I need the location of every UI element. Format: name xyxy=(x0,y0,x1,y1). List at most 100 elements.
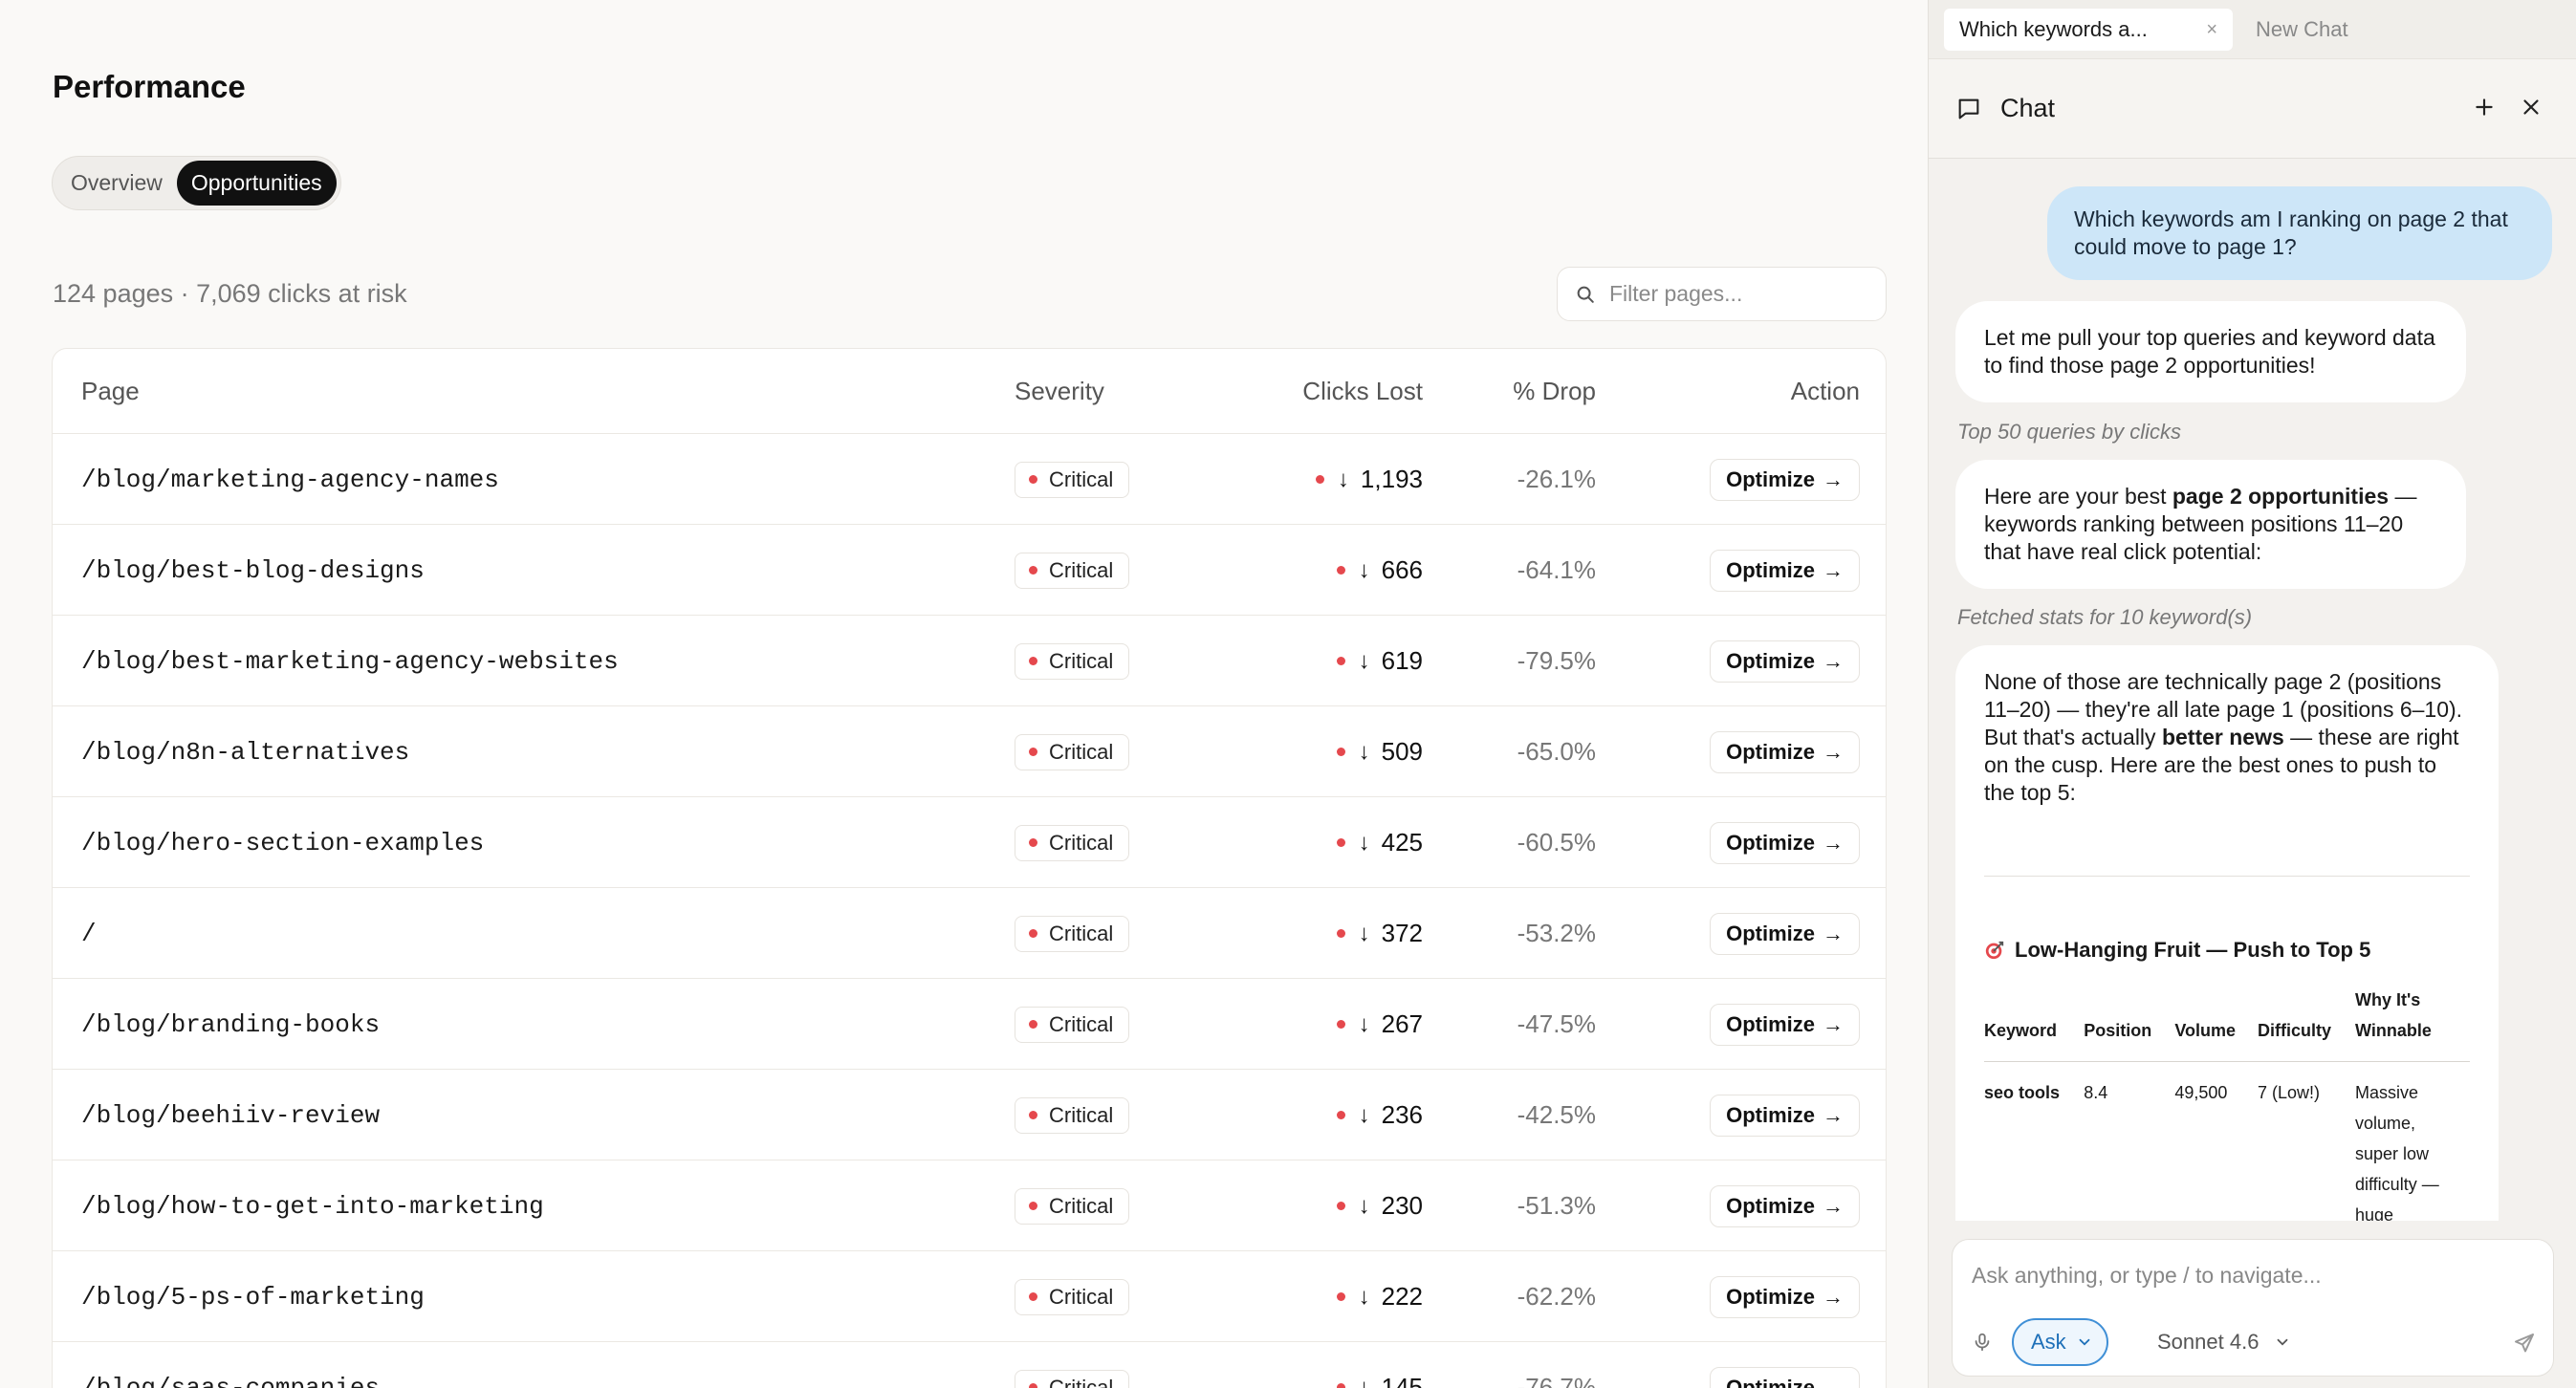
clicks-lost-value: 425 xyxy=(1381,828,1423,857)
tab-opportunities[interactable]: Opportunities xyxy=(176,161,337,206)
col-drop[interactable]: % Drop xyxy=(1513,349,1596,434)
pages-table: Page Severity Clicks Lost % Drop Action … xyxy=(52,348,1887,1388)
row-clicks-lost: ↓ 619 xyxy=(1336,616,1423,706)
chat-tab-label: Which keywords a... xyxy=(1959,17,2148,41)
table-row: /blog/marketing-agency-names Critical ↓ … xyxy=(53,434,1886,525)
col-page[interactable]: Page xyxy=(81,349,140,434)
optimize-button[interactable]: Optimize → xyxy=(1710,821,1860,864)
severity-label: Critical xyxy=(1049,648,1114,673)
row-drop-value: -60.5% xyxy=(1517,828,1596,857)
severity-dot xyxy=(1029,1292,1037,1301)
chat-messages[interactable]: Which keywords am I ranking on page 2 th… xyxy=(1929,160,2576,1221)
optimize-button[interactable]: Optimize → xyxy=(1710,912,1860,955)
row-drop-value: -64.1% xyxy=(1517,555,1596,584)
optimize-button[interactable]: Optimize → xyxy=(1710,1366,1860,1388)
severity-label: Critical xyxy=(1049,739,1114,764)
main-content: Performance Overview Opportunities 124 p… xyxy=(0,0,1928,1388)
table-row: /blog/5-ps-of-marketing Critical ↓ 222 -… xyxy=(53,1251,1886,1342)
optimize-button[interactable]: Optimize → xyxy=(1710,1275,1860,1318)
optimize-button[interactable]: Optimize → xyxy=(1710,640,1860,683)
chat-tab-active[interactable]: Which keywords a... × xyxy=(1944,9,2233,51)
message-text: Here are your best xyxy=(1984,484,2172,509)
optimize-label: Optimize xyxy=(1726,1375,1815,1388)
clicks-lost-value: 267 xyxy=(1381,1009,1423,1038)
severity-badge: Critical xyxy=(1015,1006,1130,1043)
row-drop-value: -47.5% xyxy=(1517,1009,1596,1038)
severity-dot xyxy=(1029,929,1037,938)
row-severity: Critical xyxy=(1015,1070,1130,1160)
row-page-path[interactable]: /blog/n8n-alternatives xyxy=(81,706,409,797)
severity-label: Critical xyxy=(1049,1375,1114,1388)
optimize-button[interactable]: Optimize → xyxy=(1710,458,1860,501)
row-page-path[interactable]: /blog/hero-section-examples xyxy=(81,797,484,888)
close-chat-icon[interactable] xyxy=(2519,95,2543,119)
table-row: /blog/beehiiv-review Critical ↓ 236 -42.… xyxy=(53,1070,1886,1160)
tab-overview[interactable]: Overview xyxy=(56,161,177,206)
tool-status: Fetched stats for 10 keyword(s) xyxy=(1957,605,2253,629)
optimize-button[interactable]: Optimize → xyxy=(1710,1094,1860,1137)
arrow-down-icon: ↓ xyxy=(1358,1283,1370,1310)
chat-input[interactable] xyxy=(1972,1263,2536,1301)
volume-cell: 49,500 xyxy=(2174,1083,2228,1102)
filter-input[interactable] xyxy=(1609,281,1877,307)
severity-dot xyxy=(1029,657,1037,665)
clicks-lost-value: 145 xyxy=(1381,1373,1423,1388)
arrow-right-icon: → xyxy=(1823,921,1844,945)
optimize-button[interactable]: Optimize → xyxy=(1710,1003,1860,1046)
col-volume: Volume xyxy=(2174,985,2258,1062)
row-clicks-lost: ↓ 230 xyxy=(1336,1160,1423,1251)
keyword-table: Keyword Position Volume Difficulty Why I… xyxy=(1984,985,2470,1221)
table-row: /blog/branding-books Critical ↓ 267 -47.… xyxy=(53,979,1886,1070)
col-clicks-lost[interactable]: Clicks Lost xyxy=(1302,349,1423,434)
row-action: Optimize → xyxy=(1710,979,1860,1070)
severity-badge: Critical xyxy=(1015,1096,1130,1134)
row-clicks-lost: ↓ 666 xyxy=(1336,525,1423,616)
microphone-icon[interactable] xyxy=(1972,1332,1993,1353)
row-page-path[interactable]: /blog/best-marketing-agency-websites xyxy=(81,616,619,706)
message-bold: page 2 opportunities xyxy=(2172,484,2390,509)
assistant-message: Let me pull your top queries and keyword… xyxy=(1955,301,2466,402)
position-cell: 8.4 xyxy=(2084,1083,2108,1102)
new-chat-plus-icon[interactable] xyxy=(2472,95,2497,119)
arrow-right-icon: → xyxy=(1823,1375,1844,1388)
severity-label: Critical xyxy=(1049,1011,1114,1036)
chat-tab-new[interactable]: New Chat xyxy=(2240,9,2348,51)
row-page-path[interactable]: /blog/5-ps-of-marketing xyxy=(81,1251,425,1342)
chat-panel: Which keywords a... × New Chat Chat Whic… xyxy=(1928,0,2576,1388)
row-clicks-lost: ↓ 236 xyxy=(1336,1070,1423,1160)
optimize-label: Optimize xyxy=(1726,648,1815,673)
row-page-path[interactable]: /blog/marketing-agency-names xyxy=(81,434,499,525)
severity-badge: Critical xyxy=(1015,733,1130,770)
row-page-path[interactable]: /blog/how-to-get-into-marketing xyxy=(81,1160,544,1251)
row-page-path[interactable]: /blog/beehiiv-review xyxy=(81,1070,380,1160)
optimize-label: Optimize xyxy=(1726,1193,1815,1218)
col-severity[interactable]: Severity xyxy=(1015,349,1104,434)
optimize-button[interactable]: Optimize → xyxy=(1710,1184,1860,1227)
clicks-lost-value: 222 xyxy=(1381,1282,1423,1311)
optimize-button[interactable]: Optimize → xyxy=(1710,549,1860,592)
message-bold: better news xyxy=(2161,725,2284,749)
optimize-button[interactable]: Optimize → xyxy=(1710,730,1860,773)
chat-tabbar: Which keywords a... × New Chat xyxy=(1929,0,2576,59)
row-page-path[interactable]: /blog/branding-books xyxy=(81,979,380,1070)
model-select[interactable]: Sonnet 4.6 xyxy=(2148,1318,2301,1366)
row-drop-value: -42.5% xyxy=(1517,1100,1596,1129)
row-page-path[interactable]: /blog/best-blog-designs xyxy=(81,525,425,616)
filter-box[interactable] xyxy=(1557,267,1887,321)
arrow-right-icon: → xyxy=(1823,1102,1844,1127)
arrow-down-icon: ↓ xyxy=(1358,829,1370,856)
arrow-right-icon: → xyxy=(1823,739,1844,764)
row-page-path[interactable]: / xyxy=(81,888,97,979)
mode-select[interactable]: Ask xyxy=(2012,1318,2108,1366)
severity-label: Critical xyxy=(1049,557,1114,582)
close-tab-icon[interactable]: × xyxy=(2206,19,2217,41)
row-severity: Critical xyxy=(1015,1251,1130,1342)
table-row: /blog/best-blog-designs Critical ↓ 666 -… xyxy=(53,525,1886,616)
table-row: /blog/saas-companies Critical ↓ 145 -76.… xyxy=(53,1342,1886,1388)
optimize-label: Optimize xyxy=(1726,739,1815,764)
clicks-lost-value: 372 xyxy=(1381,919,1423,947)
row-action: Optimize → xyxy=(1710,1070,1860,1160)
target-icon xyxy=(1985,941,2004,959)
row-page-path[interactable]: /blog/saas-companies xyxy=(81,1342,380,1388)
send-icon[interactable] xyxy=(2513,1332,2536,1355)
